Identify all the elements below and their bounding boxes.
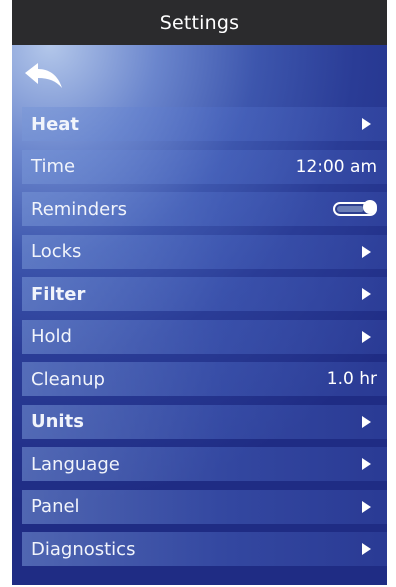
settings-menu: Heat Time 12:00 am Reminders Locks Filte… bbox=[22, 107, 387, 575]
menu-item-time[interactable]: Time 12:00 am bbox=[22, 149, 387, 184]
menu-item-hold[interactable]: Hold bbox=[22, 319, 387, 354]
menu-item-units[interactable]: Units bbox=[22, 404, 387, 439]
reminders-toggle[interactable] bbox=[333, 200, 377, 216]
right-triangle-icon bbox=[362, 288, 371, 300]
toggle-knob bbox=[363, 200, 377, 214]
cleanup-value: 1.0 hr bbox=[326, 369, 377, 389]
menu-item-reminders[interactable]: Reminders bbox=[22, 192, 387, 226]
page-title: Settings bbox=[159, 11, 240, 34]
right-triangle-icon bbox=[362, 458, 371, 470]
menu-item-label: Language bbox=[31, 453, 120, 475]
menu-item-label: Cleanup bbox=[31, 368, 105, 390]
menu-item-label: Locks bbox=[31, 241, 82, 262]
menu-item-label: Diagnostics bbox=[31, 538, 136, 560]
settings-screen: Heat Time 12:00 am Reminders Locks Filte… bbox=[12, 45, 387, 585]
device-frame: Settings Heat Time 12:00 am Reminders Lo… bbox=[12, 0, 387, 585]
toggle-track-fill bbox=[337, 206, 364, 212]
back-arrow-icon bbox=[25, 63, 62, 88]
menu-item-panel[interactable]: Panel bbox=[22, 489, 387, 524]
menu-item-label: Hold bbox=[31, 326, 72, 347]
right-triangle-icon bbox=[362, 500, 371, 513]
menu-item-label: Panel bbox=[31, 496, 80, 517]
menu-item-language[interactable]: Language bbox=[22, 447, 387, 481]
time-value: 12:00 am bbox=[295, 156, 377, 177]
header-bar: Settings bbox=[12, 0, 387, 45]
menu-item-label: Units bbox=[31, 411, 84, 432]
menu-item-label: Time bbox=[31, 156, 76, 177]
right-triangle-icon bbox=[362, 415, 371, 428]
right-triangle-icon bbox=[362, 330, 371, 343]
menu-item-diagnostics[interactable]: Diagnostics bbox=[22, 532, 387, 566]
menu-item-label: Reminders bbox=[31, 198, 127, 220]
right-triangle-icon bbox=[362, 245, 371, 258]
back-button[interactable] bbox=[22, 61, 66, 95]
menu-item-label: Heat bbox=[31, 113, 80, 135]
right-triangle-icon bbox=[362, 543, 371, 555]
menu-item-label: Filter bbox=[31, 283, 86, 305]
menu-item-locks[interactable]: Locks bbox=[22, 234, 387, 269]
menu-item-cleanup[interactable]: Cleanup 1.0 hr bbox=[22, 362, 387, 396]
right-triangle-icon bbox=[362, 118, 371, 130]
menu-item-filter[interactable]: Filter bbox=[22, 277, 387, 311]
menu-item-heat[interactable]: Heat bbox=[22, 107, 387, 141]
